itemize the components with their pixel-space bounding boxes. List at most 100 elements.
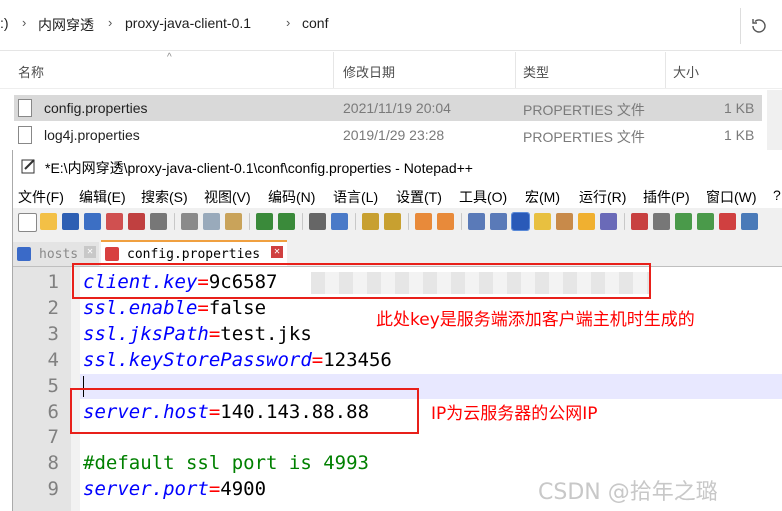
column-modified[interactable]: 修改日期	[343, 62, 395, 81]
annotation-key: 此处key是服务端添加客户端主机时生成的	[376, 310, 695, 330]
new-file-icon[interactable]	[18, 213, 37, 232]
toolbar	[13, 208, 782, 236]
menu-tools[interactable]: 工具(O)	[459, 187, 507, 207]
line-number: 3	[47, 322, 59, 345]
refresh-icon	[752, 19, 766, 33]
menu-macro[interactable]: 宏(M)	[525, 187, 560, 207]
column-header-row: 名称 ^ 修改日期 类型 大小	[0, 52, 782, 89]
file-type: PROPERTIES 文件	[523, 102, 645, 118]
assign-operator: =	[197, 296, 209, 319]
monitoring-icon[interactable]	[600, 213, 617, 230]
property-value: false	[208, 296, 267, 319]
property-key: ssl.jksPath	[83, 322, 209, 345]
menu-run[interactable]: 运行(R)	[579, 187, 626, 207]
save-macro-icon[interactable]	[719, 213, 736, 230]
open-folder-icon[interactable]	[40, 213, 57, 230]
file-modified: 2021/11/19 20:04	[343, 100, 451, 116]
file-row[interactable]: config.properties 2021/11/19 20:04 PROPE…	[14, 95, 762, 121]
annotation-ip: IP为云服务器的公网IP	[431, 404, 598, 424]
menu-bar: 文件(F) 编辑(E) 搜索(S) 视图(V) 编码(N) 语言(L) 设置(T…	[13, 182, 782, 208]
close-all-icon[interactable]	[128, 213, 145, 230]
file-icon	[18, 99, 32, 117]
menu-encoding[interactable]: 编码(N)	[268, 187, 315, 207]
line-number: 2	[47, 296, 59, 319]
menu-view[interactable]: 视图(V)	[204, 187, 251, 207]
run-macro-multiple-icon[interactable]	[697, 213, 714, 230]
menu-search[interactable]: 搜索(S)	[141, 187, 188, 207]
line-number: 4	[47, 348, 59, 371]
file-size: 1 KB	[724, 100, 755, 116]
code-line: ssl.jksPath=test.jks	[83, 323, 312, 345]
chevron-right-icon: ›	[108, 15, 113, 30]
menu-file[interactable]: 文件(F)	[18, 187, 64, 207]
column-size[interactable]: 大小	[673, 62, 699, 81]
sort-up-icon: ^	[167, 52, 172, 63]
line-number: 5	[47, 374, 59, 397]
column-name[interactable]: 名称	[18, 62, 44, 81]
tab-label: config.properties	[127, 247, 261, 262]
highlight-box-key	[72, 263, 651, 299]
saved-file-icon	[17, 247, 31, 261]
show-all-chars-icon[interactable]	[490, 213, 507, 230]
property-value: 123456	[323, 348, 392, 371]
file-icon	[18, 126, 32, 144]
indent-guide-icon[interactable]	[511, 212, 530, 231]
close-tab-icon[interactable]: ✕	[84, 246, 96, 258]
file-modified: 2019/1/29 23:28	[343, 127, 445, 143]
breadcrumb-current[interactable]: conf	[302, 15, 328, 31]
refresh-button[interactable]	[740, 8, 775, 44]
doc-map-icon[interactable]	[534, 213, 551, 230]
sync-vertical-icon[interactable]	[415, 213, 432, 230]
unsaved-file-icon	[105, 247, 119, 261]
replace-icon[interactable]	[331, 213, 348, 230]
word-wrap-icon[interactable]	[468, 213, 485, 230]
notepadpp-logo-icon	[21, 159, 35, 174]
function-list-icon[interactable]	[556, 213, 573, 230]
breadcrumb-folder[interactable]: proxy-java-client-0.1	[125, 15, 251, 31]
stop-record-icon[interactable]	[653, 213, 670, 230]
print-icon[interactable]	[150, 213, 167, 230]
breadcrumb-drive[interactable]: :)	[0, 15, 9, 31]
find-icon[interactable]	[309, 213, 326, 230]
sync-horizontal-icon[interactable]	[437, 213, 454, 230]
cut-icon[interactable]	[181, 213, 198, 230]
highlight-box-host	[70, 388, 419, 434]
abc-icon[interactable]	[741, 213, 758, 230]
menu-plugins[interactable]: 插件(P)	[643, 187, 690, 207]
record-macro-icon[interactable]	[631, 213, 648, 230]
file-row[interactable]: log4j.properties 2019/1/29 23:28 PROPERT…	[14, 122, 762, 148]
watermark: CSDN @拾年之璐	[538, 480, 718, 505]
line-number: 6	[47, 400, 59, 423]
zoom-out-icon[interactable]	[384, 213, 401, 230]
close-file-icon[interactable]	[106, 213, 123, 230]
paste-icon[interactable]	[225, 213, 242, 230]
copy-icon[interactable]	[203, 213, 220, 230]
line-number: 8	[47, 452, 59, 475]
menu-language[interactable]: 语言(L)	[333, 187, 378, 207]
menu-edit[interactable]: 编辑(E)	[79, 187, 126, 207]
assign-operator: =	[208, 478, 221, 501]
line-number: 7	[47, 426, 59, 449]
file-name: log4j.properties	[44, 127, 140, 143]
file-type: PROPERTIES 文件	[523, 129, 645, 145]
redo-icon[interactable]	[278, 213, 295, 230]
play-macro-icon[interactable]	[675, 213, 692, 230]
address-bar[interactable]: :) › 内网穿透 › proxy-java-client-0.1 › conf	[0, 0, 782, 51]
breadcrumb-folder[interactable]: 内网穿透	[38, 15, 94, 35]
close-tab-icon[interactable]: ✕	[271, 246, 283, 258]
menu-help[interactable]: ?	[773, 187, 781, 203]
menu-settings[interactable]: 设置(T)	[396, 187, 442, 207]
column-type[interactable]: 类型	[523, 62, 549, 81]
folder-workspace-icon[interactable]	[578, 213, 595, 230]
chevron-right-icon: ›	[22, 15, 27, 30]
undo-icon[interactable]	[256, 213, 273, 230]
menu-window[interactable]: 窗口(W)	[706, 187, 757, 207]
save-all-icon[interactable]	[84, 213, 101, 230]
zoom-in-icon[interactable]	[362, 213, 379, 230]
explorer-scrollbar[interactable]	[767, 90, 782, 150]
tab-label: hosts	[39, 247, 79, 262]
save-icon[interactable]	[62, 213, 79, 230]
chevron-right-icon: ›	[286, 15, 291, 30]
line-number: 9	[47, 478, 59, 501]
title-bar[interactable]: *E:\内网穿透\proxy-java-client-0.1\conf\conf…	[13, 150, 782, 182]
